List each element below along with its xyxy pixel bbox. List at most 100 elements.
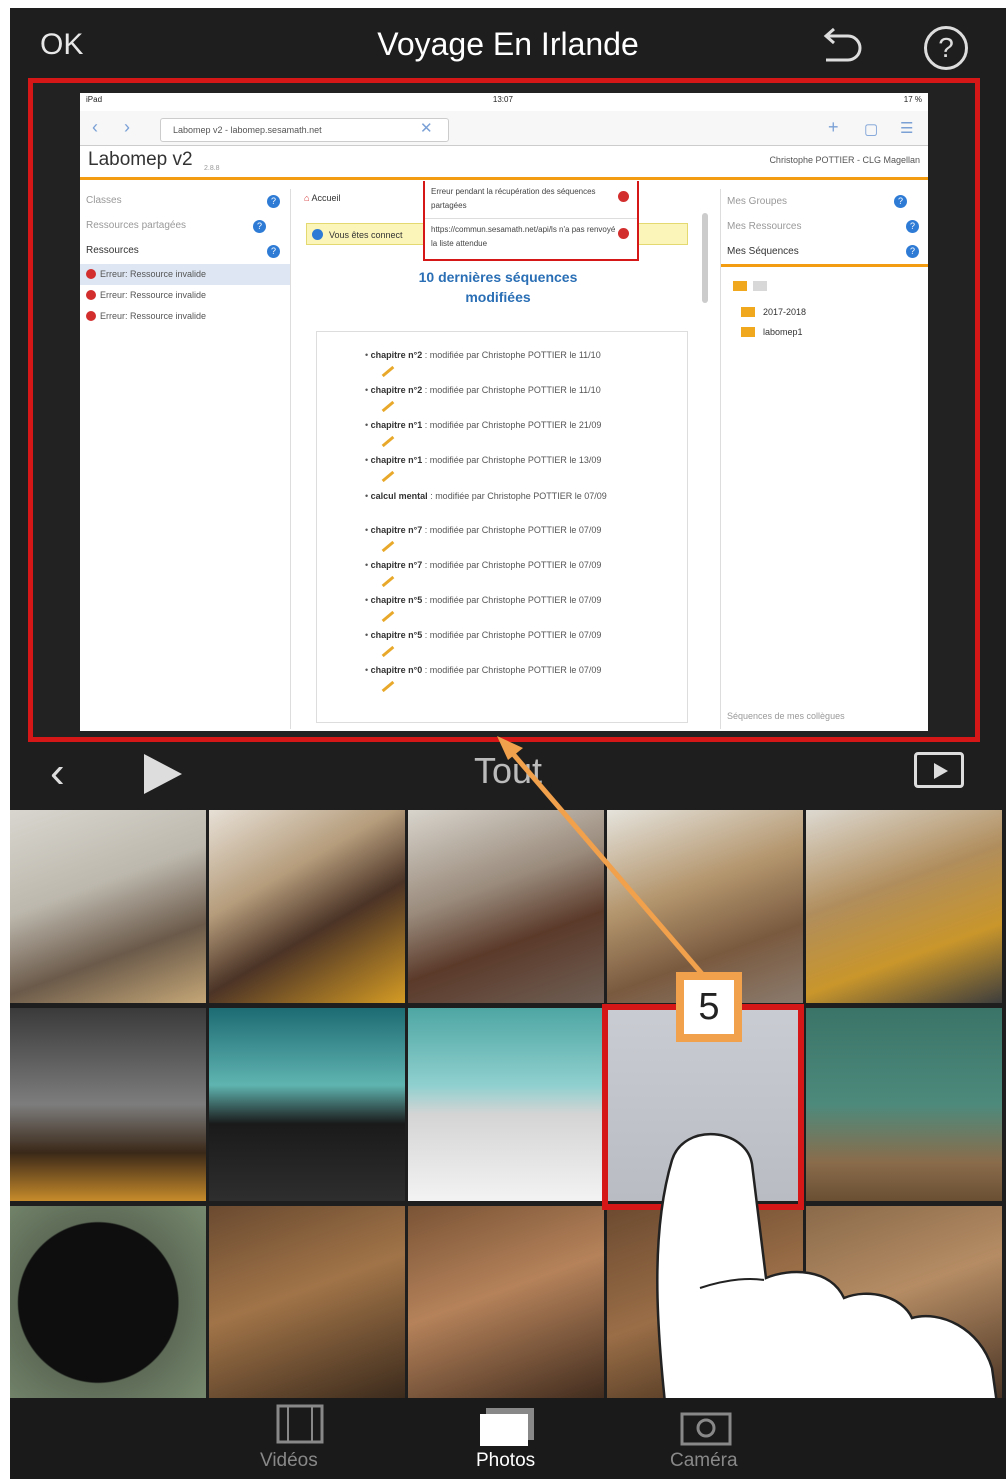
tree-item: 2017-2018: [763, 307, 807, 317]
status-bar: iPad 13:07 17 %: [80, 93, 928, 111]
photo-thumbnail[interactable]: [209, 1206, 405, 1399]
photo-thumbnail[interactable]: [10, 1008, 206, 1201]
close-error-icon: [618, 228, 629, 239]
pencil-icon: [381, 575, 395, 588]
sequences-heading: 10 dernières séquences modifiées: [418, 269, 578, 305]
sequences-list: • chapitre n°2 : modifiée par Christophe…: [316, 331, 688, 723]
labomep-title: Labomep v2: [88, 149, 193, 170]
album-label[interactable]: Tout: [10, 750, 1006, 792]
scrollbar: [702, 213, 708, 303]
my-sequences-item: Mes Séquences?: [721, 239, 928, 267]
help-icon: ?: [253, 220, 266, 233]
help-icon: ?: [894, 195, 907, 208]
help-icon: ?: [267, 245, 280, 258]
sequence-item: • chapitre n°1 : modifiée par Christophe…: [365, 455, 602, 465]
colleagues-sequences: Séquences de mes collègues: [727, 711, 845, 721]
help-icon: ?: [267, 195, 280, 208]
left-panel: Classes? Ressources partagées? Ressource…: [80, 189, 291, 729]
close-error-icon: [618, 191, 629, 202]
error-item: Erreur: Ressource invalide: [80, 264, 290, 285]
browser-toolbar: ‹ › Labomep v2 - labomep.sesamath.net ✕ …: [80, 111, 928, 146]
tab-photos[interactable]: Photos: [476, 1450, 535, 1472]
new-sequence-icon: [753, 281, 767, 291]
camera-icon: [680, 1412, 732, 1446]
folder-icon: [741, 307, 755, 317]
tab-camera[interactable]: Caméra: [670, 1450, 738, 1472]
sequence-item: • chapitre n°5 : modifiée par Christophe…: [365, 630, 602, 640]
pencil-icon: [381, 435, 395, 448]
url-field: Labomep v2 - labomep.sesamath.net: [160, 118, 449, 142]
error-icon: [86, 311, 96, 321]
folder-icon: [741, 327, 755, 337]
slideshow-icon[interactable]: [914, 752, 964, 788]
pencil-icon: [381, 645, 395, 658]
new-folder-icon: [733, 281, 747, 291]
photo-preview: iPad 13:07 17 % ‹ › Labomep v2 - labomep…: [80, 93, 928, 731]
pencil-icon: [381, 365, 395, 378]
photos-icon: [480, 1408, 534, 1446]
error-popup: Erreur pendant la récupération des séque…: [423, 181, 639, 261]
pencil-icon: [381, 400, 395, 413]
photo-thumbnail[interactable]: [408, 810, 604, 1003]
help-icon: ?: [906, 245, 919, 258]
photo-thumbnail[interactable]: [408, 1206, 604, 1399]
step-callout: 5: [676, 972, 742, 1042]
pencil-icon: [381, 470, 395, 483]
photo-thumbnail[interactable]: [408, 1008, 604, 1201]
classes-item: Classes?: [80, 189, 290, 214]
sequence-item: • chapitre n°7 : modifiée par Christophe…: [365, 560, 602, 570]
home-tab: ⌂ Accueil: [304, 193, 341, 203]
help-icon: ?: [906, 220, 919, 233]
top-bar: OK Voyage En Irlande ?: [10, 8, 1006, 78]
labomep-version: 2.8.8: [204, 165, 220, 172]
back-icon: ‹: [92, 117, 98, 137]
pencil-icon: [381, 610, 395, 623]
error-item: Erreur: Ressource invalide: [80, 285, 290, 306]
tree-item: labomep1: [763, 327, 803, 337]
pencil-icon: [381, 680, 395, 693]
menu-icon: ☰: [900, 120, 914, 137]
labomep-header: Labomep v2 2.8.8 Christophe POTTIER - CL…: [80, 145, 928, 180]
labomep-user: Christophe POTTIER - CLG Magellan: [769, 155, 920, 165]
photo-thumbnail[interactable]: [806, 810, 1002, 1003]
pencil-icon: [381, 540, 395, 553]
sequence-item: • chapitre n°0 : modifiée par Christophe…: [365, 665, 602, 675]
sequence-item: • chapitre n°5 : modifiée par Christophe…: [365, 595, 602, 605]
photo-thumbnail[interactable]: [10, 1206, 206, 1399]
forward-icon: ›: [124, 117, 130, 137]
middle-panel: ⌂ Accueil Vous êtes connect 10 dernières…: [298, 193, 714, 728]
sequence-item: • chapitre n°1 : modifiée par Christophe…: [365, 420, 602, 430]
imovie-photo-picker: OK Voyage En Irlande ? iPad 13:07 17 % ‹…: [10, 8, 1006, 1479]
shared-resources-item: Ressources partagées?: [80, 214, 290, 239]
error-icon: [86, 290, 96, 300]
status-right: 17 %: [903, 95, 922, 104]
my-groups-item: Mes Groupes?: [721, 189, 928, 214]
sequence-item: • chapitre n°7 : modifiée par Christophe…: [365, 525, 602, 535]
status-left: iPad: [86, 95, 103, 104]
film-icon: [276, 1404, 324, 1444]
new-tab-icon: +: [828, 117, 839, 137]
tabs-icon: ▢: [864, 121, 879, 138]
photo-thumbnail[interactable]: [209, 810, 405, 1003]
error-message-1: Erreur pendant la récupération des séque…: [431, 187, 596, 210]
info-icon: [312, 229, 323, 240]
step-number: 5: [684, 980, 734, 1034]
help-button[interactable]: ?: [924, 26, 968, 70]
tab-videos[interactable]: Vidéos: [260, 1450, 318, 1472]
undo-icon[interactable]: [818, 26, 864, 66]
error-item: Erreur: Ressource invalide: [80, 306, 290, 327]
photo-thumbnail[interactable]: [10, 810, 206, 1003]
right-panel: Mes Groupes? Mes Ressources? Mes Séquenc…: [720, 189, 928, 729]
close-tab-icon: ✕: [420, 120, 433, 137]
my-resources-item: Mes Ressources?: [721, 214, 928, 239]
sequence-item: • chapitre n°2 : modifiée par Christophe…: [365, 350, 601, 360]
playback-bar: ‹ Tout: [10, 744, 1006, 804]
resources-item: Ressources?: [80, 239, 290, 264]
error-icon: [86, 269, 96, 279]
bottom-tab-bar: Vidéos Photos Caméra: [10, 1398, 1006, 1479]
photo-thumbnail[interactable]: [209, 1008, 405, 1201]
status-time: 13:07: [492, 95, 513, 104]
sequence-item: • calcul mental : modifiée par Christoph…: [365, 491, 607, 501]
sequence-item: • chapitre n°2 : modifiée par Christophe…: [365, 385, 601, 395]
error-message-2: https://commun.sesamath.net/api/ls n'a p…: [431, 225, 616, 248]
